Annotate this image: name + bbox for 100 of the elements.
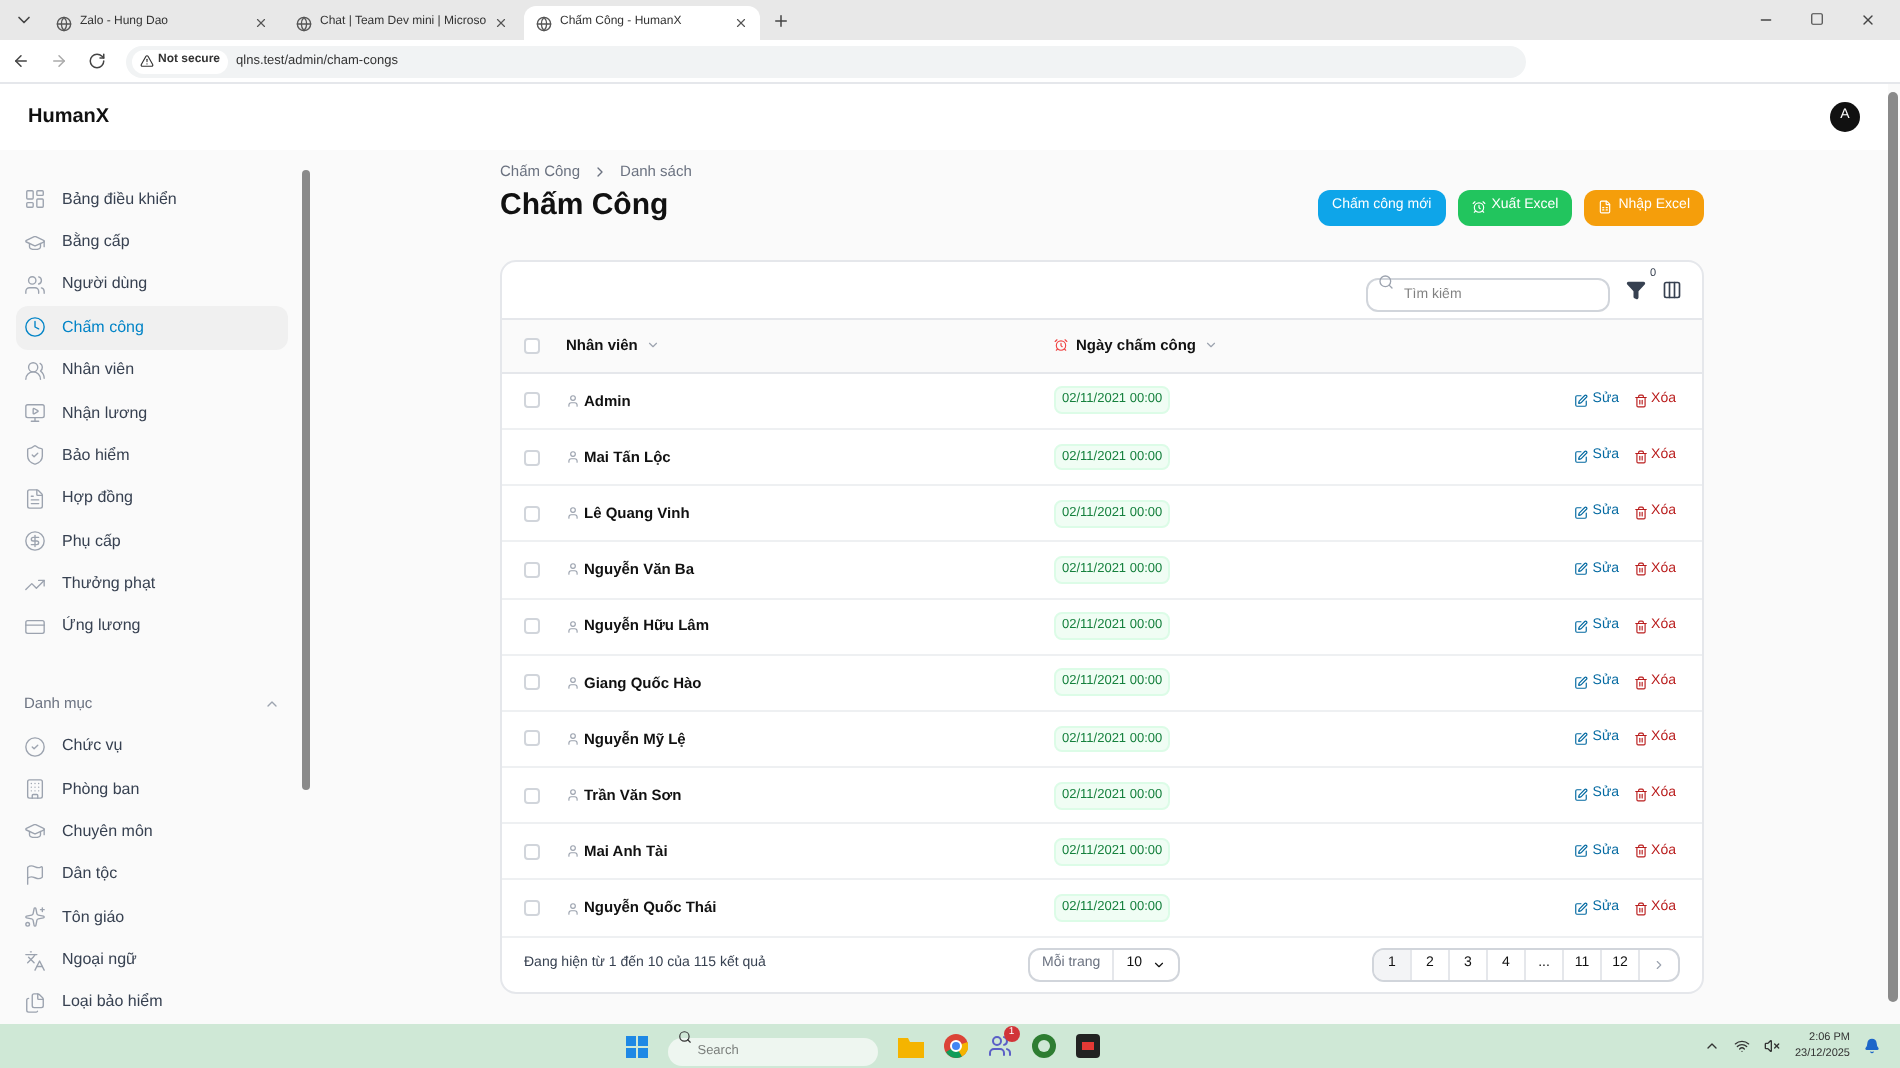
checkbox[interactable]: [524, 730, 540, 747]
chevron-down-icon: [1151, 957, 1166, 972]
sidebar-item[interactable]: Tôn giáo: [16, 896, 288, 939]
edit-icon: [1574, 450, 1589, 465]
page-title: Chấm Công: [500, 186, 669, 227]
trash-icon: [1633, 901, 1648, 916]
sidebar-item[interactable]: Ngoại ngữ: [16, 938, 288, 982]
flag-icon: [24, 863, 46, 886]
checkbox[interactable]: [524, 674, 540, 691]
clock-icon: [24, 316, 46, 339]
mute-icon[interactable]: [1764, 1038, 1781, 1054]
building-icon: [24, 778, 46, 801]
close-icon[interactable]: [254, 16, 268, 30]
chat-app-icon[interactable]: [987, 1034, 1012, 1058]
sparkles-icon: [24, 906, 46, 929]
checkbox[interactable]: [524, 843, 540, 860]
browser-icon[interactable]: [943, 1034, 968, 1058]
check-circle-icon: [24, 735, 46, 758]
trash-icon: [1633, 393, 1648, 408]
user-icon: [566, 619, 580, 634]
globe-icon: [56, 15, 72, 31]
user-icon: [566, 562, 580, 577]
sidebar-item[interactable]: Dân tộc: [16, 853, 288, 896]
sidebar-item[interactable]: Thưởng phạt: [16, 562, 288, 606]
sidebar-item[interactable]: Người dùng: [16, 263, 288, 307]
sidebar-item[interactable]: Nhận lương: [16, 391, 288, 435]
user-icon: [566, 506, 580, 521]
sidebar-item[interactable]: Chuyên môn: [16, 810, 288, 854]
edit-icon: [1574, 562, 1589, 577]
checkbox[interactable]: [524, 449, 540, 466]
globe-icon: [296, 15, 312, 31]
user-icon: [566, 675, 580, 690]
tray-expand-icon[interactable]: [1704, 1038, 1721, 1054]
search-icon: [677, 1029, 692, 1043]
trash-icon: [1633, 619, 1648, 634]
bell-icon[interactable]: [1864, 1038, 1880, 1054]
edit-icon: [1574, 788, 1589, 803]
sidebar-item[interactable]: Bảo hiểm: [16, 434, 288, 478]
trash-icon: [1633, 788, 1648, 803]
close-icon[interactable]: [734, 16, 748, 30]
checkbox[interactable]: [524, 337, 540, 354]
edit-icon: [1574, 619, 1589, 634]
sidebar-item[interactable]: Hợp đồng: [16, 477, 288, 520]
reload-icon[interactable]: [88, 52, 106, 70]
globe-icon: [536, 15, 552, 31]
page-scrollbar[interactable]: [1888, 92, 1898, 1002]
sidebar-item[interactable]: Phòng ban: [16, 767, 288, 811]
sidebar-item[interactable]: Chấm công: [16, 306, 288, 349]
close-icon[interactable]: [1860, 12, 1876, 28]
graduation-cap-icon: [24, 820, 46, 843]
checkbox[interactable]: [524, 561, 540, 578]
checkbox[interactable]: [524, 787, 540, 804]
sidebar-item[interactable]: Bằng cấp: [16, 220, 288, 264]
sidebar-item[interactable]: Bảng điều khiển: [16, 178, 288, 221]
trash-icon: [1633, 506, 1648, 521]
brand-name: HumanX: [28, 104, 110, 132]
edit-icon: [1574, 393, 1589, 408]
shield-icon: [24, 444, 46, 467]
edit-icon: [1574, 901, 1589, 916]
search-icon: [1378, 274, 1394, 291]
warning-icon: [140, 54, 154, 68]
forward-icon[interactable]: [50, 52, 68, 70]
alarm-clock-icon: [1054, 338, 1068, 353]
sidebar-item[interactable]: Chức vụ: [16, 725, 288, 768]
recorder-icon[interactable]: [1075, 1034, 1100, 1058]
user-icon: [566, 788, 580, 803]
alarm-clock-icon: [1471, 200, 1486, 214]
app-icon[interactable]: [1031, 1034, 1056, 1058]
edit-icon: [1574, 844, 1589, 859]
new-tab-icon[interactable]: [772, 12, 790, 30]
back-icon[interactable]: [12, 52, 30, 70]
trash-icon: [1633, 844, 1648, 859]
scrollbar[interactable]: [302, 170, 310, 790]
columns-icon[interactable]: [1662, 279, 1682, 300]
dollar-icon: [24, 530, 46, 553]
user-icon: [566, 450, 580, 465]
start-icon[interactable]: [625, 1035, 648, 1057]
sidebar-item[interactable]: Phụ cấp: [16, 520, 288, 563]
trash-icon: [1633, 731, 1648, 746]
user-icon: [566, 393, 580, 408]
sidebar-item[interactable]: Ứng lương: [16, 605, 288, 649]
checkbox[interactable]: [524, 392, 540, 409]
network-icon[interactable]: [1734, 1038, 1751, 1054]
maximize-icon[interactable]: [1810, 12, 1824, 26]
people-icon: [24, 359, 46, 382]
checkbox[interactable]: [524, 618, 540, 635]
edit-icon: [1574, 506, 1589, 521]
trash-icon: [1633, 450, 1648, 465]
checkbox[interactable]: [524, 505, 540, 522]
user-icon: [566, 901, 580, 916]
sidebar-item[interactable]: Loại bảo hiểm: [16, 981, 288, 1024]
close-icon[interactable]: [494, 16, 509, 30]
trash-icon: [1633, 562, 1648, 577]
monitor-icon: [24, 402, 46, 425]
users-icon: [24, 273, 46, 296]
checkbox[interactable]: [524, 900, 540, 917]
sort-chevron-icon: [645, 338, 660, 353]
sidebar-item[interactable]: Nhân viên: [16, 349, 288, 392]
filter-icon[interactable]: [1626, 279, 1646, 300]
sort-chevron-icon: [1204, 338, 1219, 353]
